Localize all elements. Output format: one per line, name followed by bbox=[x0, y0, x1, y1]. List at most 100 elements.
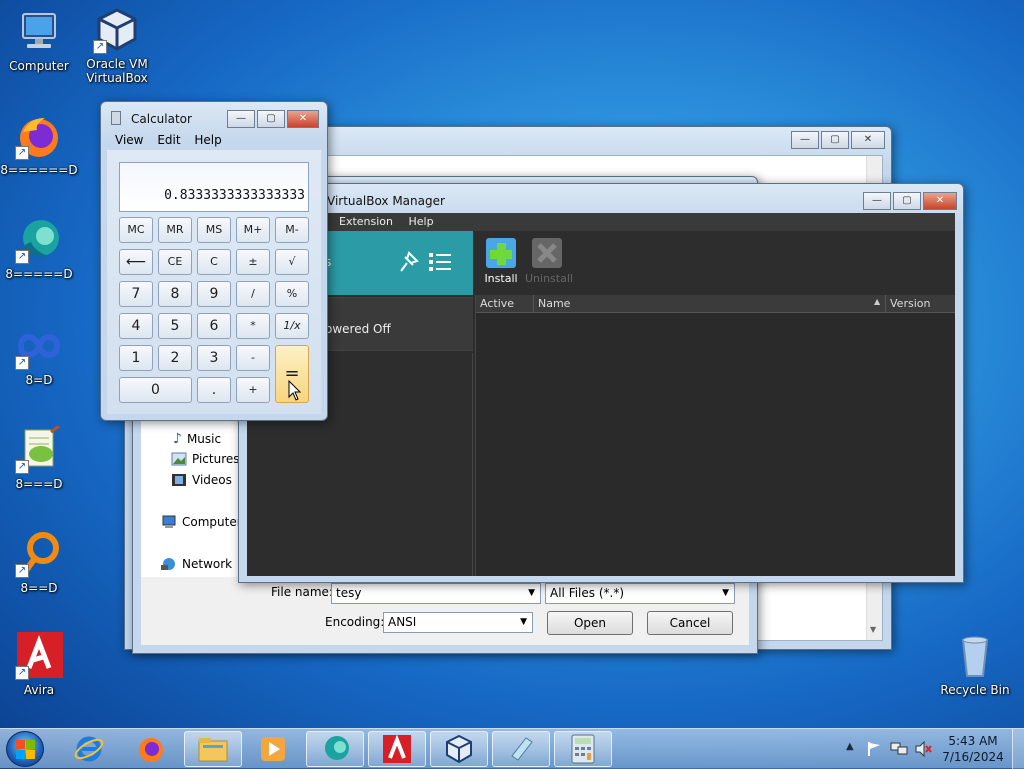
desktop-icon-search-app[interactable]: ↗ 8==D bbox=[0, 530, 78, 595]
desktop-icon-loop-app[interactable]: ↗ 8=D bbox=[0, 322, 78, 387]
button-c[interactable]: C bbox=[197, 249, 231, 275]
taskbar-virtualbox[interactable] bbox=[430, 731, 488, 767]
open-button[interactable]: Open bbox=[547, 611, 633, 635]
button-mminus[interactable]: M- bbox=[275, 217, 309, 243]
button-reciprocal[interactable]: 1/x bbox=[275, 313, 309, 339]
button-divide[interactable]: / bbox=[236, 281, 270, 307]
extension-table[interactable]: Active Name ▲ Version bbox=[475, 295, 955, 576]
list-menu-icon[interactable] bbox=[427, 249, 453, 275]
desktop-icon-firefox[interactable]: ↗ 8======D bbox=[0, 112, 78, 177]
taskbar-internet-explorer[interactable] bbox=[60, 731, 118, 767]
virtualbox-client: Extension Help s owered Off Install Unin… bbox=[247, 213, 955, 576]
button-multiply[interactable]: * bbox=[236, 313, 270, 339]
nav-item-pictures[interactable]: Pictures bbox=[171, 452, 240, 466]
button-percent[interactable]: % bbox=[275, 281, 309, 307]
menu-edit[interactable]: Edit bbox=[157, 133, 180, 147]
window-title: VirtualBox Manager bbox=[327, 194, 445, 208]
button-5[interactable]: 5 bbox=[158, 313, 192, 339]
menu-help[interactable]: Help bbox=[194, 133, 221, 147]
minimize-button[interactable]: — bbox=[791, 131, 819, 149]
menu-extension[interactable]: Extension bbox=[339, 215, 393, 228]
tray-show-hidden-icon[interactable]: ▲ bbox=[846, 741, 854, 752]
taskbar-media-player[interactable] bbox=[244, 731, 302, 767]
button-plus-minus[interactable]: ± bbox=[236, 249, 270, 275]
virtualbox-manager-window[interactable]: VirtualBox Manager — ▢ ✕ Extension Help … bbox=[238, 183, 964, 583]
chevron-down-icon[interactable]: ▼ bbox=[722, 584, 729, 603]
button-3[interactable]: 3 bbox=[197, 345, 231, 371]
desktop-icon-label: Recycle Bin bbox=[940, 683, 1010, 697]
clock[interactable]: 5:43 AM 7/16/2024 bbox=[940, 733, 1006, 765]
menu-view[interactable]: View bbox=[115, 133, 143, 147]
taskbar-calculator[interactable] bbox=[554, 731, 612, 767]
pin-icon[interactable] bbox=[395, 249, 421, 275]
calculator-body: 0.8333333333333333 MC MR MS M+ M- ⟵ CE C… bbox=[107, 150, 321, 414]
volume-muted-icon[interactable] bbox=[914, 741, 932, 757]
nav-item-computer[interactable]: Computer bbox=[161, 515, 242, 529]
maximize-button[interactable]: ▢ bbox=[257, 110, 285, 128]
button-mplus[interactable]: M+ bbox=[236, 217, 270, 243]
videos-icon bbox=[172, 474, 186, 486]
uninstall-label: Uninstall bbox=[525, 272, 573, 285]
filetype-select[interactable]: All Files (*.*) ▼ bbox=[545, 583, 735, 604]
button-mr[interactable]: MR bbox=[158, 217, 192, 243]
column-active[interactable]: Active bbox=[476, 295, 534, 313]
desktop-icon-virtualbox[interactable]: ↗ Oracle VM VirtualBox bbox=[78, 6, 156, 85]
button-mc[interactable]: MC bbox=[119, 217, 153, 243]
button-7[interactable]: 7 bbox=[119, 281, 153, 307]
nav-item-videos[interactable]: Videos bbox=[171, 473, 232, 487]
button-ce[interactable]: CE bbox=[158, 249, 192, 275]
minimize-button[interactable]: — bbox=[227, 110, 255, 128]
close-button[interactable]: ✕ bbox=[851, 131, 885, 149]
show-desktop-button[interactable] bbox=[1012, 729, 1024, 769]
desktop-icon-app-teal[interactable]: ↗ 8=====D bbox=[0, 216, 78, 281]
desktop-icon-notepadpp[interactable]: ↗ 8===D bbox=[0, 424, 78, 491]
maximize-button[interactable]: ▢ bbox=[893, 192, 921, 210]
button-1[interactable]: 1 bbox=[119, 345, 153, 371]
button-backspace[interactable]: ⟵ bbox=[119, 249, 153, 275]
uninstall-button[interactable]: Uninstall bbox=[525, 237, 573, 285]
button-sqrt[interactable]: √ bbox=[275, 249, 309, 275]
encoding-select[interactable]: ANSI ▼ bbox=[383, 612, 533, 633]
minimize-button[interactable]: — bbox=[863, 192, 891, 210]
button-subtract[interactable]: - bbox=[236, 345, 270, 371]
button-4[interactable]: 4 bbox=[119, 313, 153, 339]
taskbar-avira[interactable] bbox=[368, 731, 426, 767]
button-0[interactable]: 0 bbox=[119, 377, 192, 403]
close-button[interactable]: ✕ bbox=[287, 110, 319, 128]
menu-bar: Extension Help bbox=[247, 213, 955, 231]
calculator-window[interactable]: Calculator — ▢ ✕ View Edit Help 0.833333… bbox=[100, 101, 328, 421]
cancel-button[interactable]: Cancel bbox=[647, 611, 733, 635]
button-add[interactable]: + bbox=[236, 377, 270, 403]
filename-input[interactable]: tesy ▼ bbox=[331, 583, 541, 604]
desktop-icon-avira[interactable]: ↗ Avira bbox=[0, 632, 78, 697]
action-center-flag-icon[interactable] bbox=[866, 741, 882, 757]
clock-date: 7/16/2024 bbox=[942, 750, 1004, 764]
network-tray-icon[interactable] bbox=[890, 741, 908, 757]
chevron-down-icon[interactable]: ▼ bbox=[528, 584, 535, 603]
column-name[interactable]: Name bbox=[534, 295, 886, 313]
desktop-icon-computer[interactable]: Computer bbox=[0, 8, 78, 73]
maximize-button[interactable]: ▢ bbox=[821, 131, 849, 149]
button-ms[interactable]: MS bbox=[197, 217, 231, 243]
button-9[interactable]: 9 bbox=[197, 281, 231, 307]
start-button[interactable] bbox=[6, 731, 44, 767]
avira-icon bbox=[383, 734, 411, 763]
button-6[interactable]: 6 bbox=[197, 313, 231, 339]
taskbar-file-explorer[interactable] bbox=[184, 731, 242, 767]
chevron-down-icon[interactable]: ▼ bbox=[520, 613, 527, 632]
nav-item-network[interactable]: Network bbox=[161, 557, 232, 571]
desktop-icon-recycle-bin[interactable]: Recycle Bin bbox=[936, 632, 1014, 697]
column-version[interactable]: Version bbox=[886, 295, 956, 313]
taskbar-app-teal[interactable] bbox=[306, 731, 364, 767]
music-icon: ♪ bbox=[173, 431, 182, 447]
button-decimal[interactable]: . bbox=[197, 377, 231, 403]
button-8[interactable]: 8 bbox=[158, 281, 192, 307]
button-2[interactable]: 2 bbox=[158, 345, 192, 371]
menu-help[interactable]: Help bbox=[409, 215, 434, 228]
install-button[interactable]: Install bbox=[481, 237, 521, 285]
table-header: Active Name ▲ Version bbox=[476, 295, 955, 313]
taskbar-notepad[interactable] bbox=[492, 731, 550, 767]
close-button[interactable]: ✕ bbox=[923, 192, 957, 210]
taskbar-firefox[interactable] bbox=[122, 731, 180, 767]
nav-item-music[interactable]: ♪ Music bbox=[173, 431, 221, 447]
